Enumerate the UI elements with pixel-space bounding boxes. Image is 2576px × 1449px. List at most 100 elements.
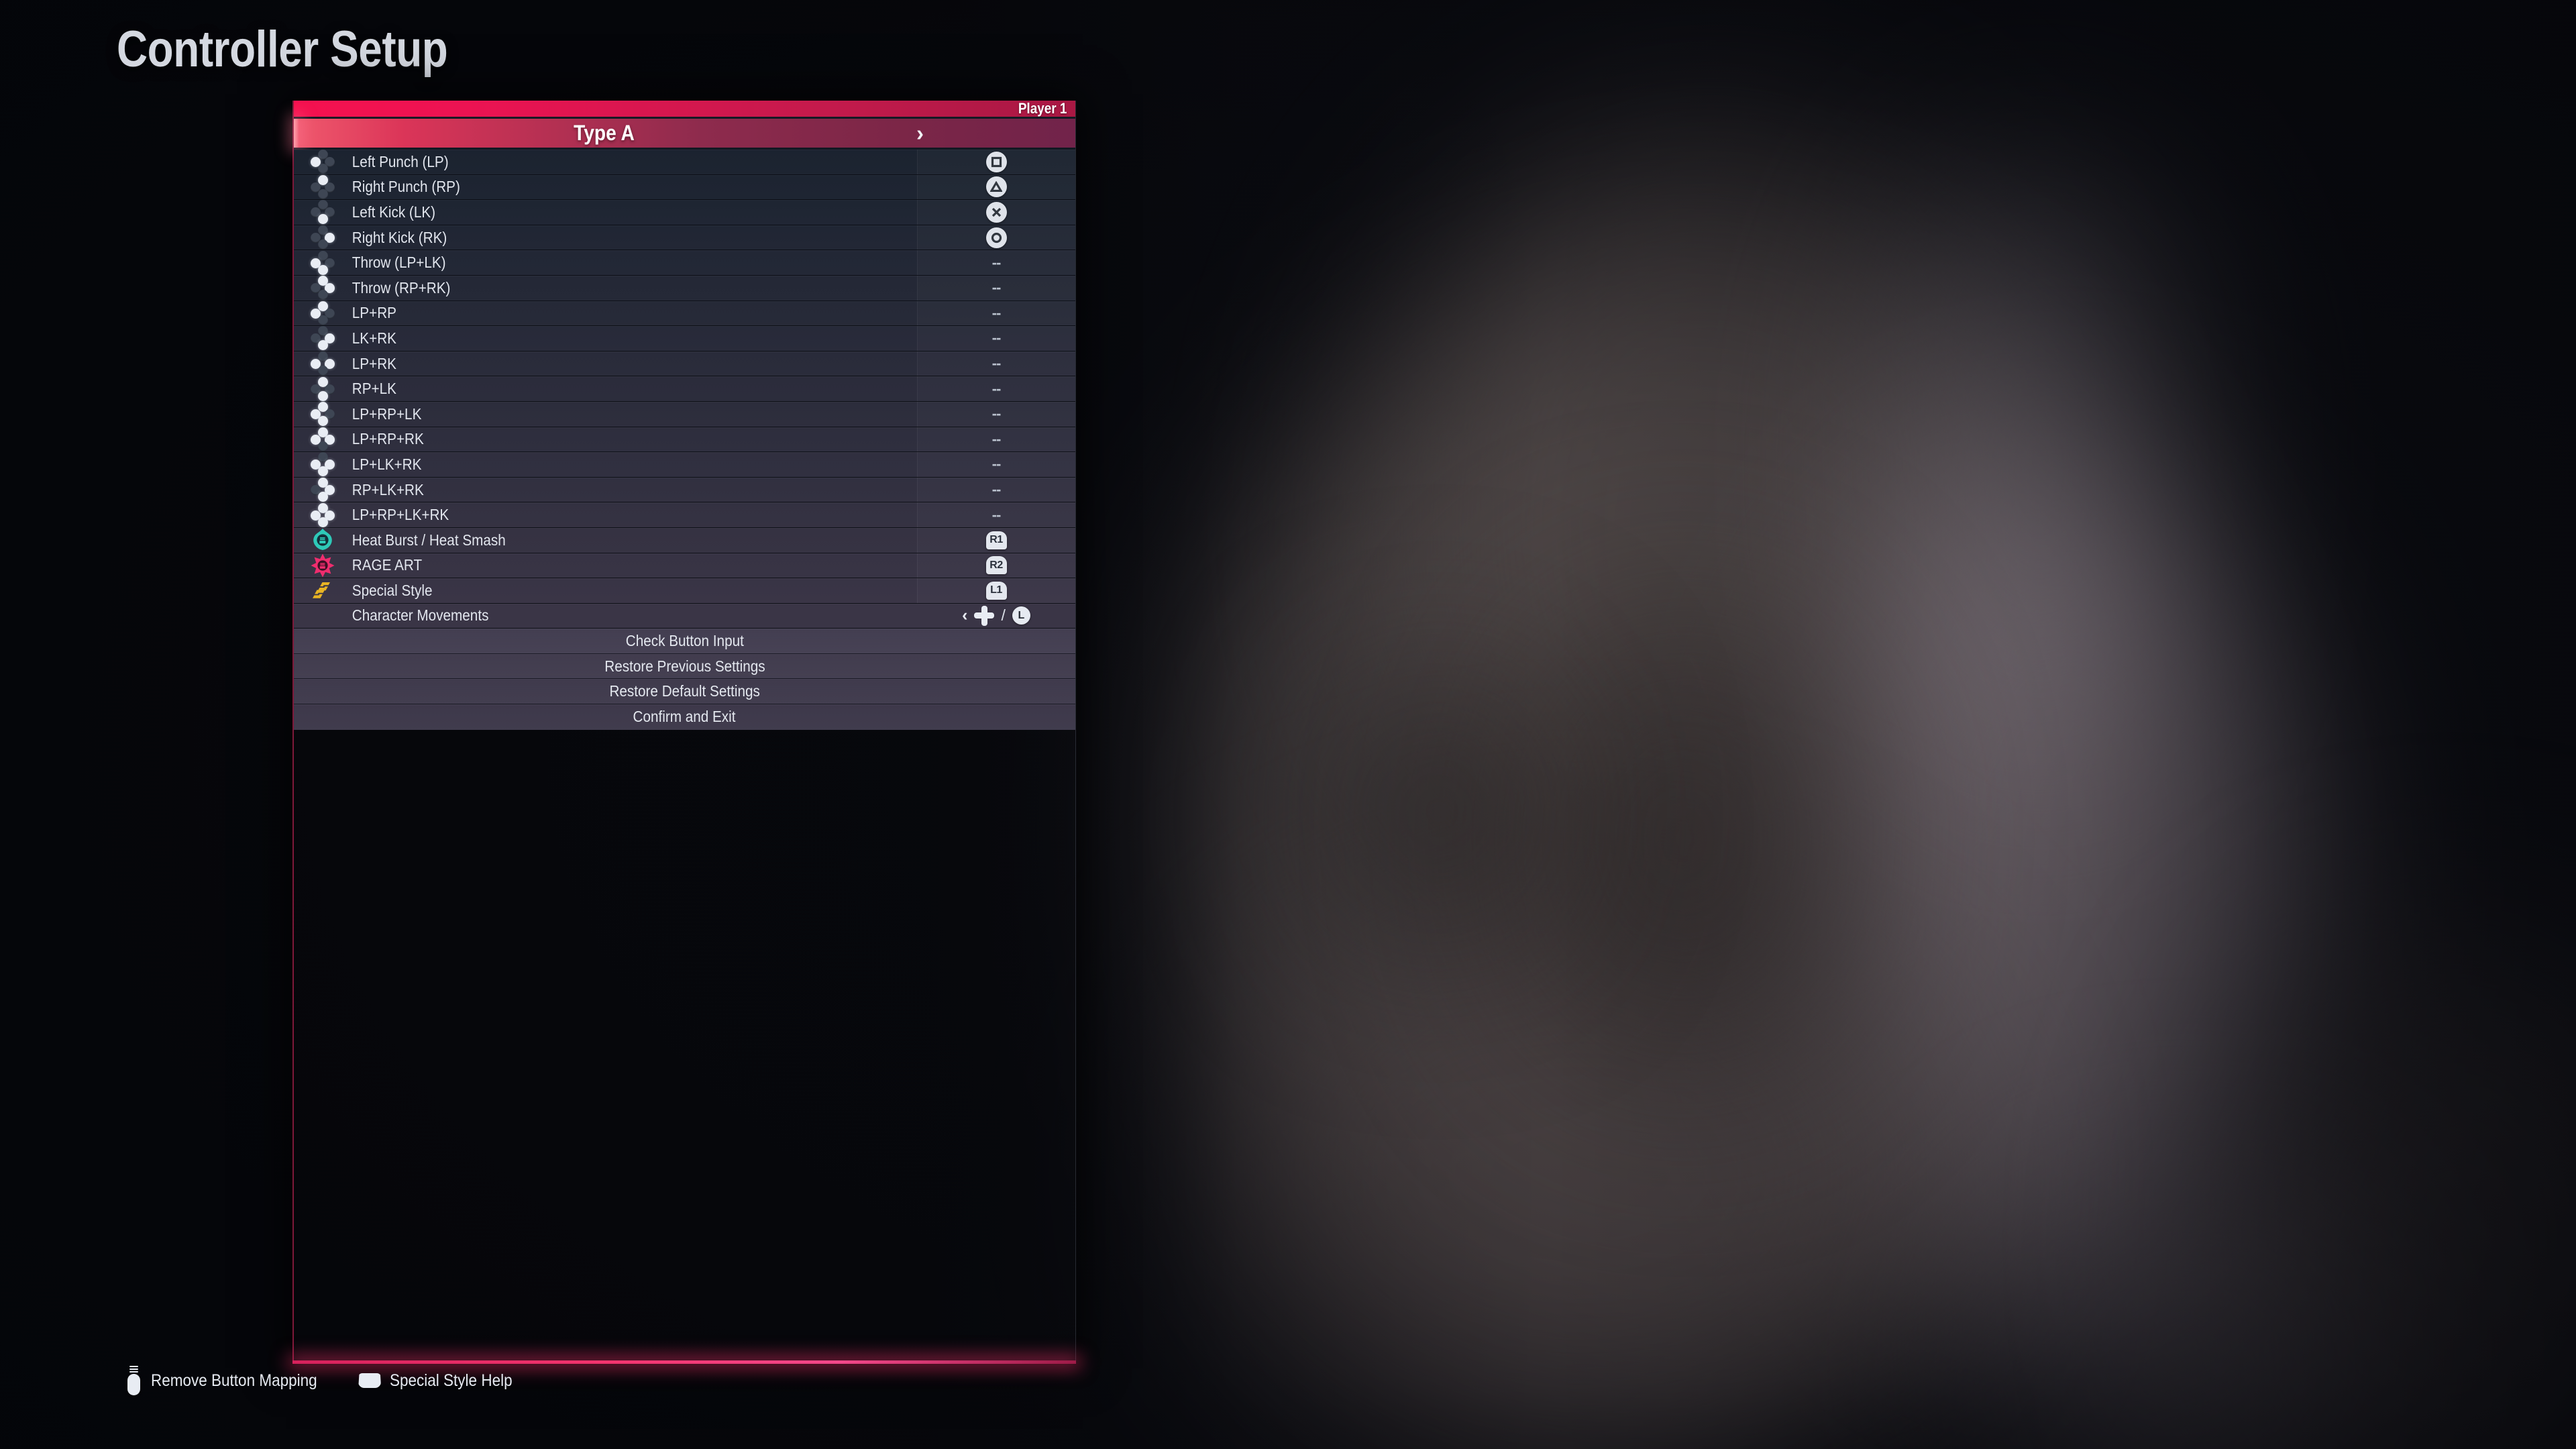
mapping-value[interactable]: -- <box>917 250 1075 275</box>
table-row[interactable]: LP+RP -- <box>294 301 1075 327</box>
control-type-selector[interactable]: Type A › <box>294 119 1075 150</box>
action-button-confirm-and-exit[interactable]: Confirm and Exit <box>294 704 1075 730</box>
mapping-value[interactable]: -- <box>917 376 1075 401</box>
mapping-label: LP+RK <box>351 355 861 373</box>
table-row[interactable]: Right Punch (RP) <box>294 175 1075 201</box>
table-row[interactable]: Heat Burst / Heat Smash R1 <box>294 528 1075 553</box>
heat-burst-icon <box>311 528 335 552</box>
mapping-value[interactable] <box>917 225 1075 250</box>
action-button-check-button-input[interactable]: Check Button Input <box>294 629 1075 654</box>
attack-diamond-icon <box>311 200 335 224</box>
mapping-value[interactable]: R1 <box>917 528 1075 553</box>
mapping-label: RAGE ART <box>351 556 861 574</box>
table-row[interactable]: Special Style L1 <box>294 578 1075 604</box>
table-row[interactable]: LP+RP+RK-- <box>294 427 1075 453</box>
row-icon <box>294 326 351 350</box>
attack-diamond-icon <box>311 326 335 350</box>
mapping-value[interactable] <box>917 150 1075 174</box>
mapping-value[interactable]: -- <box>917 427 1075 452</box>
unassigned-value: -- <box>992 355 1001 372</box>
attack-diamond-icon <box>311 402 335 426</box>
mapping-value[interactable]: -- <box>917 276 1075 301</box>
mapping-value[interactable]: -- <box>917 402 1075 427</box>
attack-diamond-icon <box>311 251 335 275</box>
row-icon <box>294 578 351 602</box>
cross-button-icon[interactable] <box>986 202 1007 223</box>
row-icon <box>294 225 351 250</box>
control-type-label: Type A <box>331 121 877 146</box>
mapping-value[interactable]: -- <box>917 502 1075 527</box>
mapping-value[interactable]: -- <box>917 478 1075 502</box>
shoulder-button-icon[interactable]: L1 <box>986 582 1007 600</box>
controller-setup-panel: Player 1 Type A › Left Punch (LP)Right P… <box>292 101 1076 1362</box>
mapping-label: Heat Burst / Heat Smash <box>351 531 861 549</box>
attack-diamond-icon <box>311 352 335 376</box>
table-row[interactable]: Character Movements‹/L <box>294 604 1075 629</box>
footer-hint[interactable]: Remove Button Mapping <box>125 1366 335 1395</box>
chevron-right-icon[interactable]: › <box>916 122 924 144</box>
table-row[interactable]: Throw (LP+LK) -- <box>294 250 1075 276</box>
footer-hint-label: Special Style Help <box>390 1371 513 1391</box>
character-movement-value[interactable]: ‹/L <box>962 606 1030 626</box>
attack-diamond-icon <box>311 150 335 174</box>
table-row[interactable]: Left Punch (LP) <box>294 150 1075 175</box>
row-icon <box>294 352 351 376</box>
table-row[interactable]: Right Kick (RK) <box>294 225 1075 251</box>
mapping-value[interactable]: ‹/L <box>917 604 1075 629</box>
footer-hint[interactable]: Special Style Help <box>358 1371 526 1391</box>
table-row[interactable]: RAGE ART R2 <box>294 553 1075 579</box>
action-button-restore-previous-settings[interactable]: Restore Previous Settings <box>294 654 1075 680</box>
square-button-icon[interactable] <box>986 152 1007 172</box>
touchpad-button-icon <box>358 1373 381 1388</box>
dpad-icon[interactable] <box>974 606 994 626</box>
table-row[interactable]: LK+RK-- <box>294 326 1075 352</box>
table-row[interactable]: LP+RP+LK+RK-- <box>294 502 1075 528</box>
attack-diamond-icon <box>311 478 335 502</box>
mapping-label: RP+LK+RK <box>351 481 861 499</box>
mapping-row-list: Left Punch (LP) Right Punch (RP) Left Kick… <box>294 150 1075 629</box>
unassigned-value: -- <box>992 380 1001 398</box>
table-row[interactable]: RP+LK-- <box>294 376 1075 402</box>
attack-diamond-icon <box>311 301 335 325</box>
mapping-label: Left Kick (LK) <box>351 203 861 221</box>
table-row[interactable]: LP+RK -- <box>294 352 1075 377</box>
mapping-label: Throw (LP+LK) <box>351 254 861 272</box>
mapping-label: LP+RP <box>351 304 861 322</box>
unassigned-value: -- <box>992 481 1001 498</box>
mapping-value[interactable]: R2 <box>917 553 1075 578</box>
action-button-label: Confirm and Exit <box>633 708 736 726</box>
unassigned-value: -- <box>992 506 1001 524</box>
table-row[interactable]: RP+LK+RK -- <box>294 478 1075 503</box>
action-button-restore-default-settings[interactable]: Restore Default Settings <box>294 679 1075 704</box>
mapping-label: Special Style <box>351 582 861 600</box>
mapping-value[interactable] <box>917 175 1075 200</box>
unassigned-value: -- <box>992 431 1001 448</box>
options-button-icon <box>125 1366 142 1395</box>
mapping-label: Left Punch (LP) <box>351 153 861 171</box>
table-row[interactable]: Throw (RP+RK)-- <box>294 276 1075 301</box>
row-icon <box>294 452 351 476</box>
table-row[interactable]: LP+LK+RK-- <box>294 452 1075 478</box>
shoulder-button-icon[interactable]: R2 <box>986 556 1007 574</box>
table-row[interactable]: Left Kick (LK) <box>294 200 1075 225</box>
mapping-value[interactable]: L1 <box>917 578 1075 603</box>
circle-button-icon[interactable] <box>986 227 1007 248</box>
left-stick-icon[interactable]: L <box>1012 606 1030 625</box>
shoulder-button-icon[interactable]: R1 <box>986 531 1007 549</box>
row-icon <box>294 276 351 300</box>
mapping-value[interactable] <box>917 200 1075 225</box>
chevron-left-icon[interactable]: ‹ <box>962 607 967 624</box>
page-title: Controller Setup <box>117 20 447 78</box>
row-icon <box>294 553 351 578</box>
mapping-value[interactable]: -- <box>917 326 1075 351</box>
mapping-value[interactable]: -- <box>917 452 1075 477</box>
triangle-button-icon[interactable] <box>986 176 1007 197</box>
attack-diamond-icon <box>311 225 335 250</box>
row-icon <box>294 200 351 224</box>
mapping-label: Right Kick (RK) <box>351 229 861 247</box>
mapping-value[interactable]: -- <box>917 352 1075 376</box>
attack-diamond-icon <box>311 276 335 300</box>
action-button-label: Restore Previous Settings <box>604 657 765 676</box>
table-row[interactable]: LP+RP+LK-- <box>294 402 1075 427</box>
mapping-value[interactable]: -- <box>917 301 1075 326</box>
